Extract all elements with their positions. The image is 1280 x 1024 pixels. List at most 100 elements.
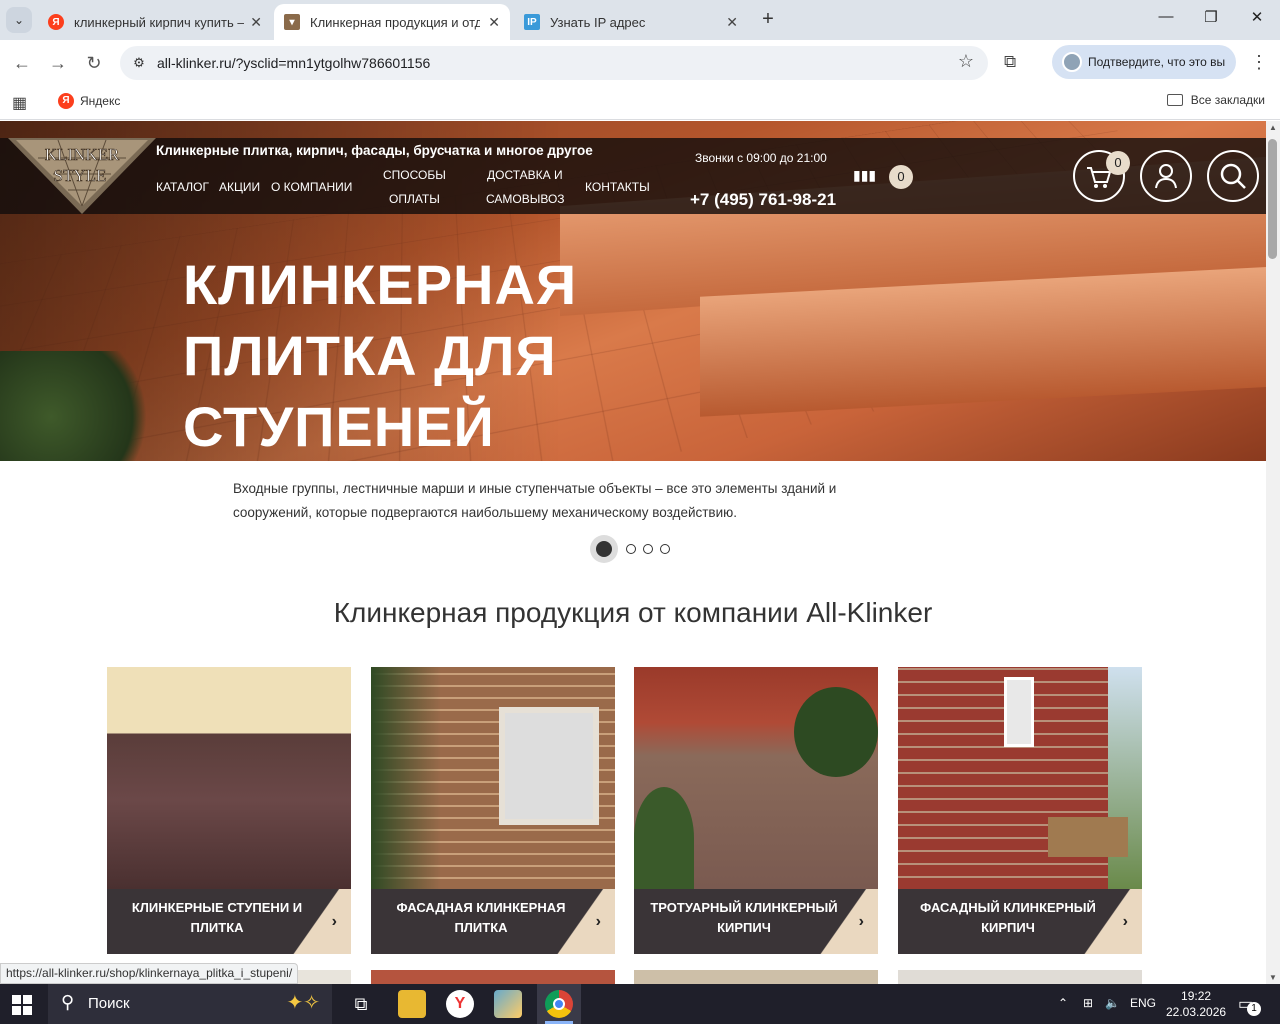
chrome-taskbar-button[interactable] xyxy=(537,984,581,1024)
page-scrollbar[interactable]: ▲ ▼ xyxy=(1266,121,1280,984)
chevron-right-icon: › xyxy=(859,913,864,931)
category-card-next[interactable] xyxy=(634,970,878,984)
restore-button[interactable]: ❐ xyxy=(1199,8,1223,26)
phone-number[interactable]: +7 (495) 761-98-21 xyxy=(690,190,836,210)
hero-title-line: КЛИНКЕРНАЯ xyxy=(183,249,653,320)
svg-text:KLINKER: KLINKER xyxy=(45,145,120,164)
clock-time: 19:22 xyxy=(1166,988,1226,1004)
close-icon[interactable]: ✕ xyxy=(488,14,500,31)
compare-icon[interactable]: ▮▮▮ xyxy=(853,167,876,184)
category-card-next[interactable] xyxy=(371,970,615,984)
bookmark-label: Яндекс xyxy=(80,94,120,108)
category-card[interactable]: ФАСАДНАЯ КЛИНКЕРНАЯ ПЛИТКА › xyxy=(371,667,615,954)
scrollbar-thumb[interactable] xyxy=(1268,139,1277,259)
nav-delivery[interactable]: САМОВЫВОЗ xyxy=(486,187,565,211)
category-card[interactable]: ТРОТУАРНЫЙ КЛИНКЕРНЫЙ КИРПИЧ › xyxy=(634,667,878,954)
site-header: KLINKER STYLE Клинкерные плитка, кирпич,… xyxy=(0,138,1266,214)
bookmark-star-icon[interactable]: ☆ xyxy=(958,51,974,72)
tab-ip[interactable]: IP Узнать IP адрес ✕ xyxy=(514,4,748,40)
account-button[interactable] xyxy=(1140,150,1192,202)
chevron-right-icon: › xyxy=(332,913,337,931)
tab-search-button[interactable]: ⌄ xyxy=(6,7,32,33)
all-bookmarks[interactable]: Все закладки xyxy=(1167,93,1265,107)
back-button[interactable]: ← xyxy=(9,50,35,76)
bookmark-yandex[interactable]: Я Яндекс xyxy=(58,93,120,109)
menu-icon[interactable]: ⋮ xyxy=(1250,52,1268,73)
chevron-right-icon: › xyxy=(596,913,601,931)
slider-dot-active-inner xyxy=(596,541,612,557)
new-tab-button[interactable]: + xyxy=(756,8,780,32)
notification-count-badge: 1 xyxy=(1247,1002,1261,1016)
category-card[interactable]: ФАСАДНЫЙ КЛИНКЕРНЫЙ КИРПИЧ › xyxy=(898,667,1142,954)
tab-yandex[interactable]: Я клинкерный кирпич купить — ✕ xyxy=(38,4,272,40)
language-indicator[interactable]: ENG xyxy=(1130,996,1156,1010)
tab-klinker[interactable]: ▾ Клинкерная продукция и отде ✕ xyxy=(274,4,510,40)
reload-button[interactable]: ↻ xyxy=(81,50,107,76)
apps-grid-icon[interactable]: ▦ xyxy=(12,93,27,113)
scroll-up-icon[interactable]: ▲ xyxy=(1269,123,1277,132)
category-card-next[interactable] xyxy=(898,970,1142,984)
tab-title: Узнать IP адрес xyxy=(550,15,720,30)
taskbar-search[interactable]: ⚲ Поиск ✦✧ xyxy=(48,984,332,1024)
search-icon: ⚲ xyxy=(61,992,74,1013)
nav-promos[interactable]: АКЦИИ xyxy=(219,175,260,199)
tab-title: Клинкерная продукция и отде xyxy=(310,15,480,30)
category-arrow[interactable]: › xyxy=(285,889,351,954)
section-title: Клинкерная продукция от компании All-Kli… xyxy=(0,597,1266,629)
windows-logo-icon xyxy=(12,995,32,1015)
hero-title: КЛИНКЕРНАЯ ПЛИТКА ДЛЯ СТУПЕНЕЙ xyxy=(183,249,653,461)
forward-button[interactable]: → xyxy=(45,50,71,76)
slider-dot[interactable] xyxy=(660,544,670,554)
nav-about[interactable]: О КОМПАНИИ xyxy=(271,175,352,199)
site-tagline: Клинкерные плитка, кирпич, фасады, брусч… xyxy=(156,143,593,158)
volume-icon[interactable]: 🔈 xyxy=(1105,996,1120,1010)
chrome-icon xyxy=(545,990,573,1018)
site-info-icon[interactable]: ⚙ xyxy=(128,52,150,74)
browser-toolbar: ← → ↻ ⚙ all-klinker.ru/?ysclid=mn1ytgolh… xyxy=(0,40,1280,86)
extensions-icon[interactable]: ⧉ xyxy=(1004,52,1016,72)
ip-icon: IP xyxy=(524,14,540,30)
call-hours: Звонки с 09:00 до 21:00 xyxy=(695,151,827,165)
slider-dot[interactable] xyxy=(643,544,653,554)
paint-icon[interactable] xyxy=(494,990,522,1018)
category-image xyxy=(371,667,615,889)
category-arrow[interactable]: › xyxy=(549,889,615,954)
search-icon xyxy=(1209,152,1257,200)
hero-slider: KLINKER STYLE Клинкерные плитка, кирпич,… xyxy=(0,121,1266,461)
chevron-up-icon[interactable]: ⌃ xyxy=(1058,996,1068,1010)
nav-payment[interactable]: СПОСОБЫ xyxy=(383,163,446,187)
nav-catalog[interactable]: КАТАЛОГ xyxy=(156,175,209,199)
address-bar[interactable]: ⚙ all-klinker.ru/?ysclid=mn1ytgolhw78660… xyxy=(120,46,988,80)
network-icon[interactable]: ⊞ xyxy=(1083,996,1093,1010)
windows-start-button[interactable] xyxy=(12,995,32,1020)
klinker-icon: ▾ xyxy=(284,14,300,30)
profile-label: Подтвердите, что это вы xyxy=(1088,55,1225,69)
close-icon[interactable]: ✕ xyxy=(726,14,738,31)
nav-contacts[interactable]: КОНТАКТЫ xyxy=(585,175,650,199)
profile-button[interactable]: Подтвердите, что это вы xyxy=(1052,45,1236,79)
file-explorer-icon[interactable] xyxy=(398,990,426,1018)
clock-date: 22.03.2026 xyxy=(1166,1004,1226,1020)
nav-payment[interactable]: ОПЛАТЫ xyxy=(389,187,440,211)
close-window-button[interactable]: ✕ xyxy=(1245,8,1269,26)
category-arrow[interactable]: › xyxy=(1076,889,1142,954)
nav-delivery[interactable]: ДОСТАВКА И xyxy=(487,163,563,187)
yandex-browser-icon[interactable]: Y xyxy=(446,990,474,1018)
site-logo[interactable]: KLINKER STYLE xyxy=(8,138,156,214)
slider-dot[interactable] xyxy=(626,544,636,554)
avatar xyxy=(1062,52,1082,72)
system-clock[interactable]: 19:22 22.03.2026 xyxy=(1166,988,1226,1020)
taskbar-search-label: Поиск xyxy=(88,995,130,1012)
category-arrow[interactable]: › xyxy=(812,889,878,954)
user-icon xyxy=(1142,152,1190,200)
minimize-button[interactable]: — xyxy=(1154,8,1178,25)
hero-description: Входные группы, лестничные марши и иные … xyxy=(233,477,913,525)
category-card[interactable]: КЛИНКЕРНЫЕ СТУПЕНИ И ПЛИТКА › xyxy=(107,667,351,954)
tab-strip: ⌄ Я клинкерный кирпич купить — ✕ ▾ Клинк… xyxy=(0,0,1280,40)
url-text[interactable]: all-klinker.ru/?ysclid=mn1ytgolhw7866011… xyxy=(157,55,430,71)
task-view-icon[interactable]: ⧉ xyxy=(347,990,375,1018)
scroll-down-icon[interactable]: ▼ xyxy=(1269,973,1277,982)
close-icon[interactable]: ✕ xyxy=(250,14,262,31)
search-button[interactable] xyxy=(1207,150,1259,202)
svg-text:STYLE: STYLE xyxy=(54,166,107,185)
